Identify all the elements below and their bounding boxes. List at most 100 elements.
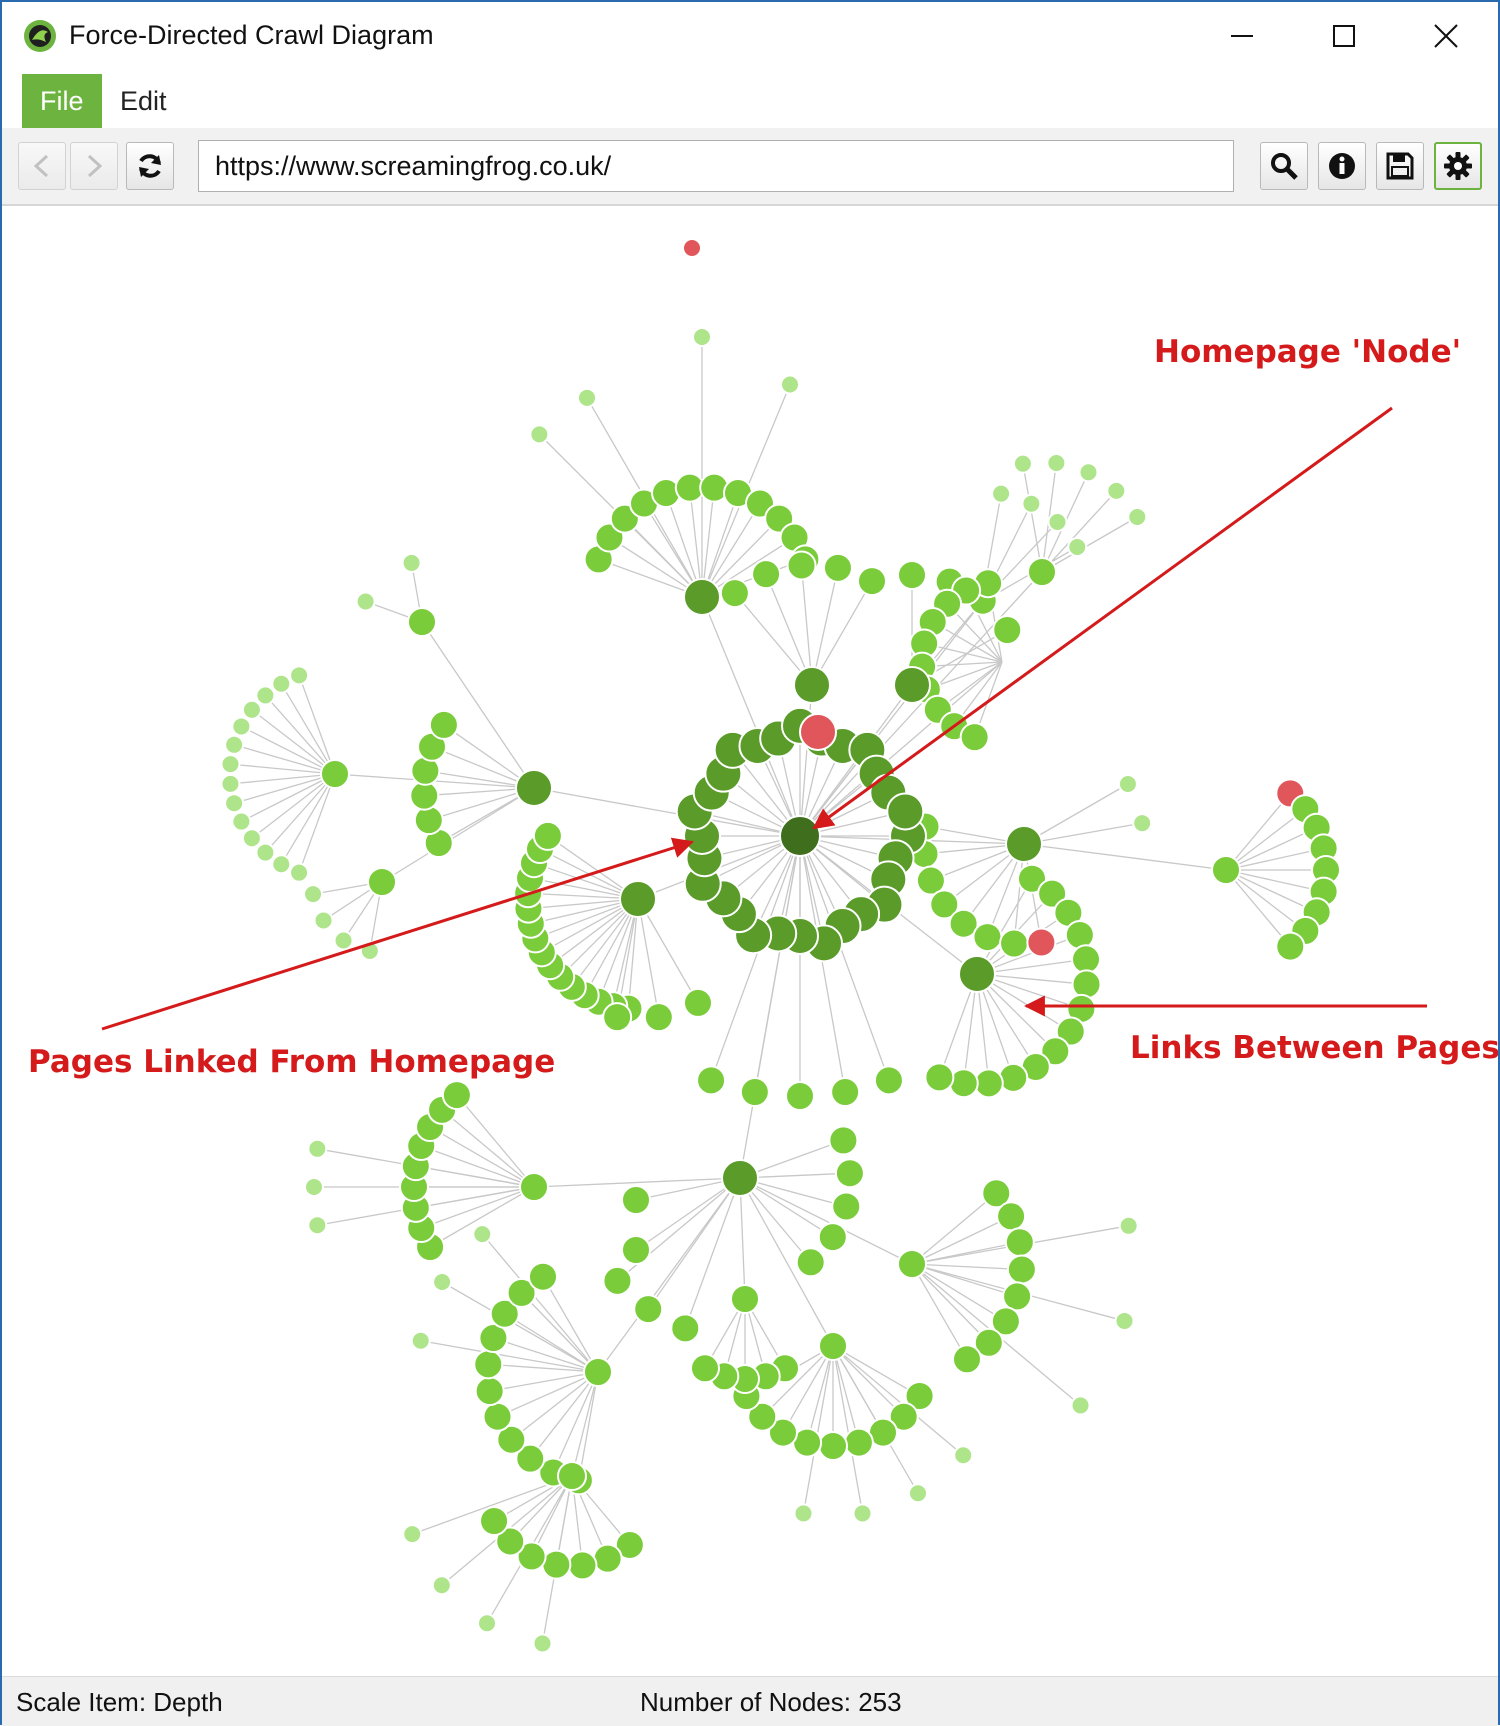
page-node[interactable] (409, 780, 440, 811)
page-node[interactable] (873, 1065, 904, 1096)
page-node[interactable] (1021, 493, 1042, 514)
page-node[interactable] (431, 1575, 452, 1596)
page-node[interactable] (822, 552, 853, 583)
page-node[interactable] (818, 1331, 848, 1361)
refresh-button[interactable] (126, 142, 174, 190)
page-node[interactable] (1004, 1227, 1035, 1258)
page-node[interactable] (682, 238, 702, 258)
page-node[interactable] (231, 716, 252, 737)
page-node[interactable] (304, 1177, 324, 1197)
page-node[interactable] (958, 955, 996, 993)
page-node[interactable] (428, 709, 459, 740)
page-node[interactable] (1046, 452, 1067, 473)
page-node[interactable] (1012, 453, 1033, 474)
page-node[interactable] (1132, 813, 1153, 834)
page-node[interactable] (333, 930, 354, 951)
page-node[interactable] (953, 1445, 974, 1466)
page-node[interactable] (1211, 855, 1241, 885)
page-node[interactable] (683, 578, 721, 616)
page-node[interactable] (441, 1080, 472, 1111)
settings-button[interactable] (1434, 142, 1482, 190)
page-node[interactable] (220, 754, 241, 775)
page-node[interactable] (696, 1065, 727, 1096)
page-node[interactable] (998, 1062, 1029, 1093)
page-node[interactable] (557, 1461, 587, 1491)
page-node[interactable] (857, 566, 887, 597)
page-node[interactable] (643, 1002, 674, 1033)
page-node[interactable] (241, 828, 262, 849)
page-node[interactable] (793, 1503, 814, 1524)
page-node[interactable] (793, 666, 831, 704)
save-button[interactable] (1376, 142, 1424, 190)
page-node[interactable] (1005, 825, 1043, 863)
page-node[interactable] (307, 1215, 328, 1236)
page-node[interactable] (567, 1550, 598, 1581)
page-node[interactable] (830, 1077, 861, 1108)
page-node[interactable] (799, 713, 837, 751)
page-node[interactable] (817, 1222, 848, 1253)
page-node[interactable] (1006, 1254, 1037, 1285)
minimize-button[interactable] (1194, 10, 1290, 62)
page-node[interactable] (231, 811, 252, 832)
page-node[interactable] (1275, 931, 1306, 962)
page-node[interactable] (401, 552, 422, 573)
page-node[interactable] (241, 699, 262, 720)
page-node[interactable] (1118, 1215, 1139, 1236)
menu-file[interactable]: File (22, 74, 102, 128)
page-node[interactable] (843, 1427, 874, 1458)
page-node[interactable] (1026, 927, 1057, 958)
page-node[interactable] (1027, 557, 1057, 587)
page-node[interactable] (1117, 774, 1138, 794)
page-node[interactable] (897, 1249, 927, 1279)
page-node[interactable] (619, 880, 657, 918)
page-node[interactable] (886, 792, 925, 831)
search-button[interactable] (1260, 142, 1308, 190)
maximize-button[interactable] (1296, 10, 1392, 62)
page-node[interactable] (999, 928, 1030, 959)
page-node[interactable] (730, 1284, 760, 1314)
page-node[interactable] (924, 1062, 955, 1093)
page-node[interactable] (289, 665, 310, 686)
page-node[interactable] (991, 483, 1012, 504)
page-node[interactable] (474, 1376, 505, 1407)
page-node[interactable] (952, 1344, 982, 1375)
page-node[interactable] (751, 559, 782, 590)
page-node[interactable] (852, 1503, 873, 1524)
forward-button[interactable] (70, 142, 118, 190)
page-node[interactable] (621, 1235, 651, 1265)
page-node[interactable] (1067, 537, 1088, 557)
page-node[interactable] (355, 591, 376, 612)
page-node[interactable] (307, 1138, 328, 1159)
page-node[interactable] (972, 922, 1003, 953)
page-node[interactable] (477, 1613, 497, 1634)
page-node[interactable] (785, 1081, 815, 1111)
page-node[interactable] (893, 666, 931, 704)
page-node[interactable] (818, 1431, 848, 1461)
page-node[interactable] (577, 387, 597, 408)
homepage-node[interactable] (779, 815, 821, 857)
page-node[interactable] (1002, 1281, 1033, 1312)
page-node[interactable] (413, 805, 444, 836)
page-node[interactable] (959, 722, 990, 753)
close-button[interactable] (1398, 10, 1494, 62)
page-node[interactable] (621, 1185, 651, 1215)
page-node[interactable] (529, 424, 550, 445)
page-node[interactable] (834, 1158, 865, 1189)
page-node[interactable] (289, 862, 310, 883)
page-node[interactable] (690, 1353, 720, 1384)
page-node[interactable] (479, 1506, 510, 1536)
page-node[interactable] (592, 1543, 623, 1574)
page-node[interactable] (482, 1401, 513, 1432)
back-button[interactable] (18, 142, 66, 190)
page-node[interactable] (271, 673, 292, 694)
page-node[interactable] (255, 842, 276, 863)
page-node[interactable] (432, 1272, 453, 1292)
page-node[interactable] (1106, 480, 1127, 501)
page-node[interactable] (224, 734, 245, 755)
page-node[interactable] (908, 1483, 928, 1504)
page-node[interactable] (948, 1068, 979, 1099)
url-input[interactable]: https://www.screamingfrog.co.uk/ (198, 140, 1234, 192)
page-node[interactable] (541, 1549, 572, 1580)
page-node[interactable] (602, 1002, 633, 1033)
page-node[interactable] (220, 773, 241, 794)
